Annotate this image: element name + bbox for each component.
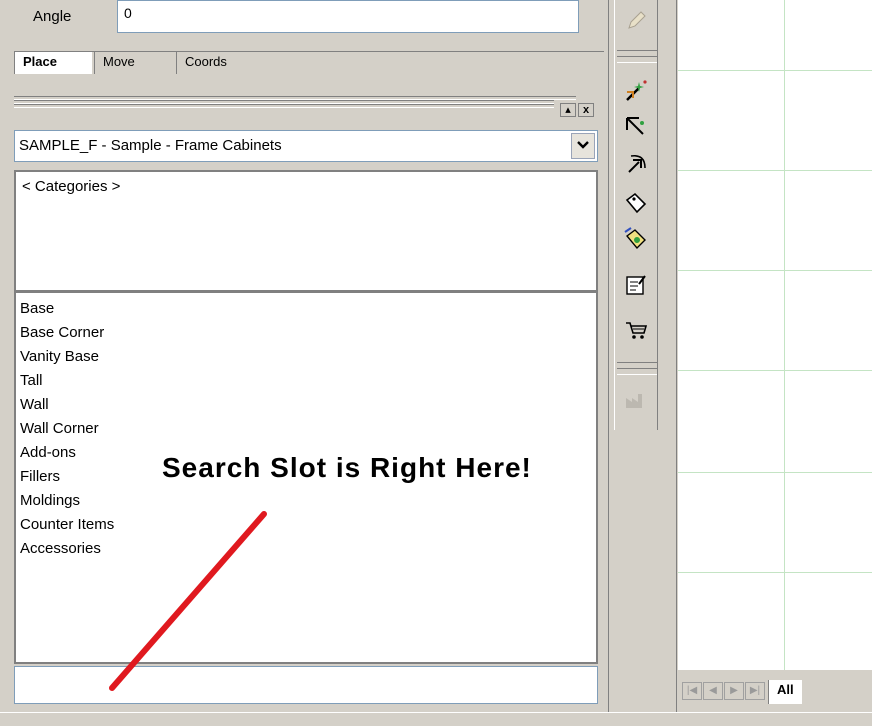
categories-box[interactable]: < Categories >	[14, 170, 598, 292]
toolbar-separator	[617, 56, 657, 63]
grid-line	[784, 0, 785, 670]
list-item[interactable]: Wall Corner	[20, 417, 99, 441]
last-page-icon[interactable]: ▶|	[745, 682, 765, 700]
list-item[interactable]: Vanity Base	[20, 345, 99, 369]
grid-line	[678, 370, 872, 371]
list-item[interactable]: Base	[20, 297, 54, 321]
close-button[interactable]: x	[578, 103, 594, 117]
vertical-toolbar	[614, 0, 658, 430]
list-item[interactable]: Moldings	[20, 489, 80, 513]
categories-header: < Categories >	[22, 178, 121, 195]
list-item[interactable]: Wall	[20, 393, 49, 417]
catalog-select-value: SAMPLE_F - Sample - Frame Cabinets	[19, 137, 282, 154]
select-arrow-icon[interactable]	[623, 114, 649, 140]
grid-line	[678, 170, 872, 171]
magic-wand-icon[interactable]	[623, 78, 649, 104]
shopping-cart-icon[interactable]	[623, 316, 649, 342]
list-item[interactable]: Counter Items	[20, 513, 114, 537]
minimize-button[interactable]: ▴	[560, 103, 576, 117]
edit-sheet-icon[interactable]	[623, 272, 649, 298]
splitter[interactable]	[608, 0, 609, 712]
grid-line	[678, 472, 872, 473]
drawing-canvas[interactable]	[678, 0, 872, 670]
grid-line	[678, 270, 872, 271]
tab-coords[interactable]: Coords	[176, 52, 272, 74]
toolbar-separator	[617, 368, 657, 375]
tab-all[interactable]: All	[768, 680, 802, 704]
list-item[interactable]: Accessories	[20, 537, 101, 561]
grid-line	[678, 572, 872, 573]
list-item[interactable]: Fillers	[20, 465, 60, 489]
rotate-arrow-icon[interactable]	[623, 152, 649, 178]
factory-icon[interactable]	[623, 386, 649, 412]
annotation-text: Search Slot is Right Here!	[162, 452, 532, 483]
chevron-down-icon[interactable]	[571, 133, 595, 159]
status-bar	[0, 712, 872, 726]
list-item[interactable]: Base Corner	[20, 321, 104, 345]
grid-line	[678, 70, 872, 71]
first-page-icon[interactable]: |◀	[682, 682, 702, 700]
search-input[interactable]	[14, 666, 598, 704]
tag-icon[interactable]	[623, 190, 649, 216]
tab-move[interactable]: Move	[94, 52, 174, 74]
list-item[interactable]: Add-ons	[20, 441, 76, 465]
multi-tag-icon[interactable]	[623, 226, 649, 252]
tab-place[interactable]: Place	[14, 52, 92, 74]
panel-grip-3	[14, 104, 554, 108]
next-page-icon[interactable]: ▶	[724, 682, 744, 700]
splitter	[676, 0, 677, 712]
prev-page-icon[interactable]: ◀	[703, 682, 723, 700]
angle-label: Angle	[33, 8, 72, 25]
angle-input[interactable]: 0	[117, 0, 579, 33]
catalog-panel: Angle 0 Place Move Coords ▴ x SAMPLE_F -…	[0, 0, 610, 712]
list-item[interactable]: Tall	[20, 369, 43, 393]
catalog-select[interactable]: SAMPLE_F - Sample - Frame Cabinets	[14, 130, 598, 162]
pencil-icon[interactable]	[623, 8, 649, 34]
